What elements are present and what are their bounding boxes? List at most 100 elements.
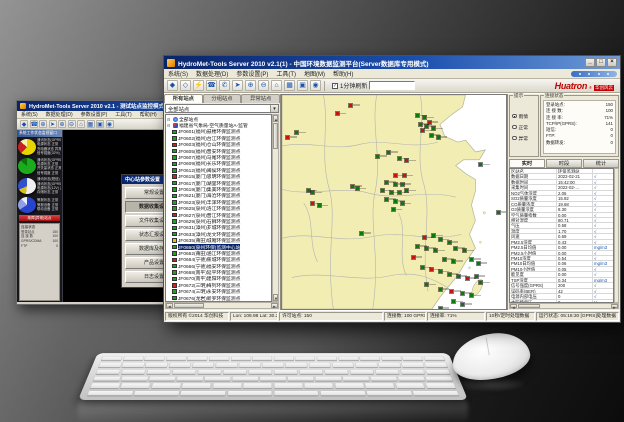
toolbar-icon[interactable]: ⊖: [68, 120, 76, 128]
menu-item[interactable]: 帮助(H): [136, 111, 161, 118]
scroll-up-icon[interactable]: ▲: [273, 115, 278, 122]
station-marker[interactable]: [470, 258, 473, 261]
menu-item[interactable]: 数据处理(D): [42, 111, 77, 118]
tree-vertical-scrollbar[interactable]: ▲ ▼: [272, 114, 279, 302]
station-marker[interactable]: [403, 174, 406, 177]
station-marker[interactable]: [439, 238, 442, 241]
refresh-checkbox[interactable]: ✓: [332, 83, 338, 89]
toolbar-icon[interactable]: ⊖: [258, 80, 269, 91]
toolbar-icon[interactable]: ☎: [206, 80, 217, 91]
station-marker[interactable]: [443, 258, 446, 261]
station-marker[interactable]: [463, 249, 466, 252]
window-control-button[interactable]: ×: [607, 58, 617, 67]
station-marker[interactable]: [349, 104, 352, 107]
station-marker[interactable]: [421, 266, 424, 269]
station-marker[interactable]: [387, 151, 390, 154]
station-marker[interactable]: [461, 292, 464, 295]
data-tab[interactable]: 实时: [509, 159, 545, 168]
scroll-down-icon[interactable]: ▼: [273, 294, 278, 301]
station-marker[interactable]: [385, 198, 388, 201]
scroll-right-icon[interactable]: ►: [271, 303, 278, 308]
station-marker[interactable]: [437, 136, 440, 139]
tree-horizontal-scrollbar[interactable]: ◄ ►: [165, 302, 279, 309]
station-marker[interactable]: [448, 241, 451, 244]
station-marker[interactable]: [392, 208, 395, 211]
station-marker[interactable]: [376, 155, 379, 158]
toolbar-icon[interactable]: ⌂: [77, 120, 85, 128]
station-marker[interactable]: [307, 189, 310, 192]
station-marker[interactable]: [439, 288, 442, 291]
station-marker[interactable]: [432, 127, 435, 130]
station-marker[interactable]: [479, 281, 482, 284]
scrollbar-thumb[interactable]: [174, 303, 204, 308]
tree-tab[interactable]: 异常站点: [241, 94, 280, 103]
station-marker[interactable]: [405, 159, 408, 162]
station-marker[interactable]: [421, 129, 424, 132]
toolbar-icon[interactable]: ⊕: [245, 80, 256, 91]
station-marker[interactable]: [497, 211, 500, 214]
station-marker[interactable]: [425, 247, 428, 250]
station-marker[interactable]: [351, 185, 354, 188]
data-tab[interactable]: 统计: [583, 159, 619, 168]
map-panel[interactable]: [281, 94, 507, 310]
station-marker[interactable]: [405, 189, 408, 192]
station-marker[interactable]: [318, 204, 321, 207]
chevron-down-icon[interactable]: ▼: [270, 105, 278, 112]
toolbar-icon[interactable]: ◇: [180, 80, 191, 91]
station-filter-combo[interactable]: 全部站点 ▼: [165, 104, 279, 113]
tree-tab[interactable]: 分组站点: [203, 94, 242, 103]
station-marker[interactable]: [477, 262, 480, 265]
station-marker[interactable]: [381, 189, 384, 192]
station-marker[interactable]: [419, 123, 422, 126]
tree-tab[interactable]: 所有站点: [164, 94, 203, 103]
station-marker[interactable]: [452, 260, 455, 263]
toolbar-icon[interactable]: ▦: [87, 120, 95, 128]
toolbar-icon[interactable]: ⚡: [193, 80, 204, 91]
toolbar-icon[interactable]: ◆: [167, 80, 178, 91]
toolbar-icon[interactable]: ◉: [106, 120, 114, 128]
toolbar-icon[interactable]: ▣: [297, 80, 308, 91]
station-marker[interactable]: [295, 131, 298, 134]
station-marker[interactable]: [394, 174, 397, 177]
window-control-button[interactable]: _: [585, 58, 595, 67]
station-marker[interactable]: [425, 283, 428, 286]
station-marker[interactable]: [425, 125, 428, 128]
station-marker[interactable]: [470, 294, 473, 297]
toolbar-icon[interactable]: ⊕: [39, 120, 47, 128]
station-marker[interactable]: [432, 234, 435, 237]
station-marker[interactable]: [434, 249, 437, 252]
station-marker[interactable]: [430, 134, 433, 137]
station-marker[interactable]: [401, 183, 404, 186]
station-marker[interactable]: [336, 112, 339, 115]
menu-item[interactable]: 地图(M): [300, 69, 329, 78]
station-marker[interactable]: [430, 268, 433, 271]
toolbar-icon[interactable]: ☎: [30, 120, 38, 128]
main-titlebar[interactable]: HydroMet-Tools Server 2010 v2.1(1) - 中国环…: [164, 56, 620, 69]
station-marker[interactable]: [360, 232, 363, 235]
prompt-radio[interactable]: 正常: [512, 124, 536, 131]
table-horizontal-scrollbar[interactable]: ◄ ►: [509, 303, 619, 309]
station-marker[interactable]: [401, 202, 404, 205]
table-vertical-scrollbar[interactable]: [614, 168, 619, 303]
menu-item[interactable]: 系统(S): [164, 69, 192, 78]
toolbar-icon[interactable]: ◆: [20, 120, 28, 128]
expand-icon[interactable]: ⊟: [167, 123, 171, 128]
menu-item[interactable]: 数据处理(D): [192, 69, 232, 78]
station-marker[interactable]: [439, 270, 442, 273]
station-marker[interactable]: [412, 256, 415, 259]
menu-item[interactable]: 工具(T): [111, 111, 135, 118]
station-marker[interactable]: [461, 303, 464, 306]
station-marker[interactable]: [423, 236, 426, 239]
station-marker[interactable]: [394, 183, 397, 186]
toolbar-icon[interactable]: ⌂: [271, 80, 282, 91]
toolbar-icon[interactable]: ⊕: [58, 120, 66, 128]
toolbar-icon[interactable]: ➤: [49, 120, 57, 128]
station-marker[interactable]: [450, 290, 453, 293]
station-marker[interactable]: [452, 300, 455, 303]
station-marker[interactable]: [385, 181, 388, 184]
station-marker[interactable]: [394, 200, 397, 203]
toolbar-icon[interactable]: ✆: [219, 80, 230, 91]
station-marker[interactable]: [475, 275, 478, 278]
scroll-left-icon[interactable]: ◄: [510, 304, 517, 308]
station-marker[interactable]: [286, 136, 289, 139]
